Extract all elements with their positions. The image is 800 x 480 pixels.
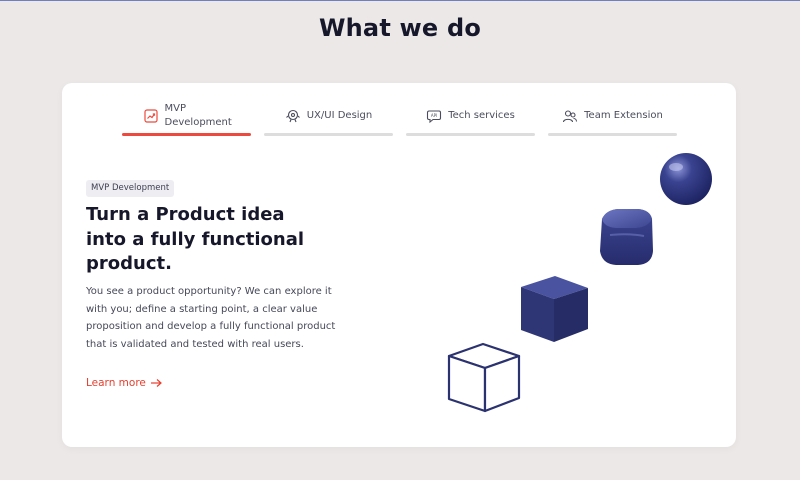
tab-indicator-active: [122, 133, 251, 136]
section-title: What we do: [318, 14, 482, 42]
svg-text:API: API: [431, 113, 437, 118]
tab-indicator: [548, 133, 677, 136]
rounded-cube-shape: [600, 209, 653, 265]
learn-more-link[interactable]: Learn more: [86, 377, 162, 389]
team-icon: [562, 108, 578, 124]
service-tabs: MVP Development UX/UI Design API Tech se…: [122, 97, 678, 137]
headline: Turn a Product idea into a fully functio…: [86, 204, 305, 274]
tab-indicator: [264, 133, 393, 136]
tab-ux-ui-design[interactable]: UX/UI Design: [264, 97, 393, 136]
tab-label: Team Extension: [584, 110, 663, 121]
tab-label: UX/UI Design: [306, 110, 373, 121]
tab-mvp-development[interactable]: MVP Development: [122, 97, 251, 136]
solid-cube-shape: [521, 276, 588, 342]
tab-tech-services[interactable]: API Tech services: [406, 97, 535, 136]
api-icon: API: [426, 108, 442, 124]
category-tag: MVP Development: [86, 180, 175, 197]
learn-more-label: Learn more: [86, 377, 146, 389]
tab-team-extension[interactable]: Team Extension: [548, 97, 677, 136]
tab-label: MVP Development: [164, 103, 232, 128]
arrow-right-icon: [150, 379, 162, 387]
tab-indicator: [406, 133, 535, 136]
sphere-shape: [660, 153, 712, 205]
tab-label: Tech services: [448, 110, 515, 121]
design-icon: [285, 108, 301, 124]
description-text: You see a product opportunity? We can ex…: [86, 286, 336, 350]
services-card: MVP Development UX/UI Design API Tech se…: [62, 83, 736, 447]
outline-cube-shape: [447, 342, 521, 413]
chart-icon: [143, 108, 159, 124]
